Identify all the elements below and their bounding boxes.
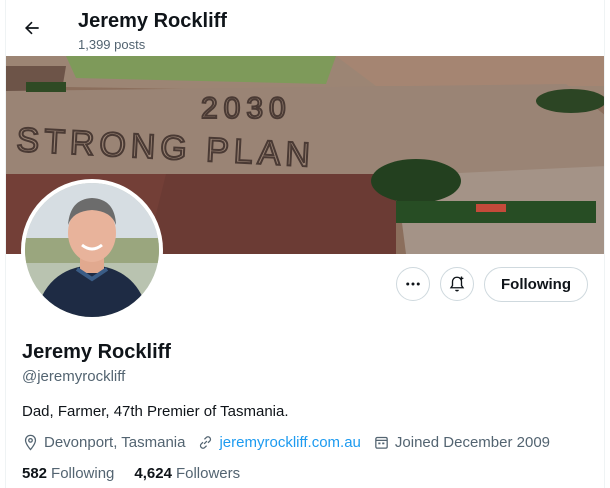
followers-count: 4,624 xyxy=(134,465,172,482)
profile-meta: Devonport, Tasmania jeremyrockliff.com.a… xyxy=(22,434,562,451)
more-horizontal-icon xyxy=(406,282,420,286)
following-count-link[interactable]: 582 Following xyxy=(22,465,114,482)
location-pin-icon xyxy=(24,434,37,451)
header-post-count: 1,399 posts xyxy=(78,37,146,52)
joined-text: Joined December 2009 xyxy=(394,434,551,451)
avatar[interactable] xyxy=(21,179,163,321)
following-button[interactable]: Following xyxy=(484,267,588,302)
notifications-button[interactable] xyxy=(440,267,474,301)
header-name: Jeremy Rockliff xyxy=(78,10,227,32)
profile-name: Jeremy Rockliff xyxy=(22,341,171,363)
back-button[interactable] xyxy=(16,12,48,44)
followers-label: Followers xyxy=(175,465,241,482)
website-item: jeremyrockliff.com.au xyxy=(197,434,361,451)
location-item: Devonport, Tasmania xyxy=(22,434,185,451)
bell-plus-icon xyxy=(449,276,465,292)
profile-header-bar: Jeremy Rockliff 1,399 posts xyxy=(6,0,604,56)
website-link[interactable]: jeremyrockliff.com.au xyxy=(219,434,360,451)
location-text: Devonport, Tasmania xyxy=(44,434,186,451)
link-icon xyxy=(200,436,212,449)
following-label: Following xyxy=(51,465,115,482)
profile-handle: @jeremyrockliff xyxy=(22,368,126,385)
following-count: 582 xyxy=(22,465,48,482)
arrow-left-icon xyxy=(25,21,39,35)
calendar-icon xyxy=(375,436,388,449)
profile-bio: Dad, Farmer, 47th Premier of Tasmania. xyxy=(22,403,289,420)
profile-stats: 582 Following 4,624 Followers xyxy=(22,465,260,482)
profile-page: Jeremy Rockliff 1,399 posts 2030 STRONG … xyxy=(5,0,605,488)
banner-text-line1: 2030 xyxy=(201,92,292,125)
joined-item: Joined December 2009 xyxy=(373,434,550,451)
more-options-button[interactable] xyxy=(396,267,430,301)
avatar-photo xyxy=(25,183,159,317)
followers-count-link[interactable]: 4,624 Followers xyxy=(134,465,240,482)
